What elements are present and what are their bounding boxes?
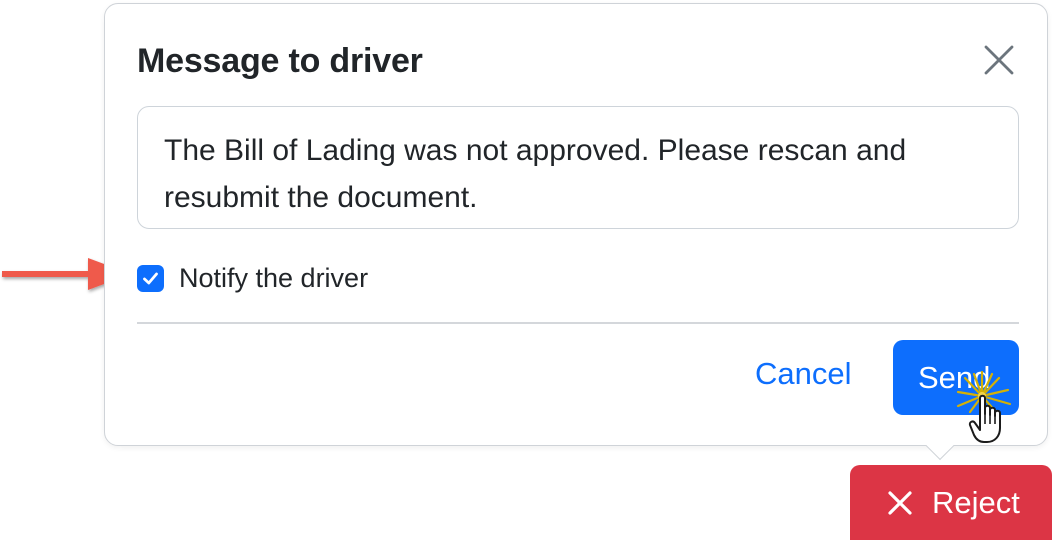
close-icon: [984, 45, 1014, 75]
reject-button[interactable]: Reject: [850, 465, 1052, 540]
dialog-title: Message to driver: [137, 42, 423, 80]
notify-driver-checkbox[interactable]: [137, 264, 164, 292]
footer-divider: [137, 322, 1019, 324]
notify-driver-option[interactable]: Notify the driver: [137, 258, 368, 298]
stage: Message to driver The Bill of Lading was…: [0, 0, 1054, 540]
message-textarea[interactable]: The Bill of Lading was not approved. Ple…: [137, 106, 1019, 229]
message-popover: Message to driver The Bill of Lading was…: [104, 3, 1048, 446]
checkmark-icon: [143, 272, 158, 284]
cancel-button[interactable]: Cancel: [755, 356, 852, 392]
x-icon: [888, 490, 912, 515]
close-button[interactable]: [979, 40, 1019, 80]
notify-driver-label: Notify the driver: [179, 262, 369, 293]
hand-pointer-icon: [956, 370, 1012, 443]
reject-label: Reject: [932, 484, 1020, 520]
